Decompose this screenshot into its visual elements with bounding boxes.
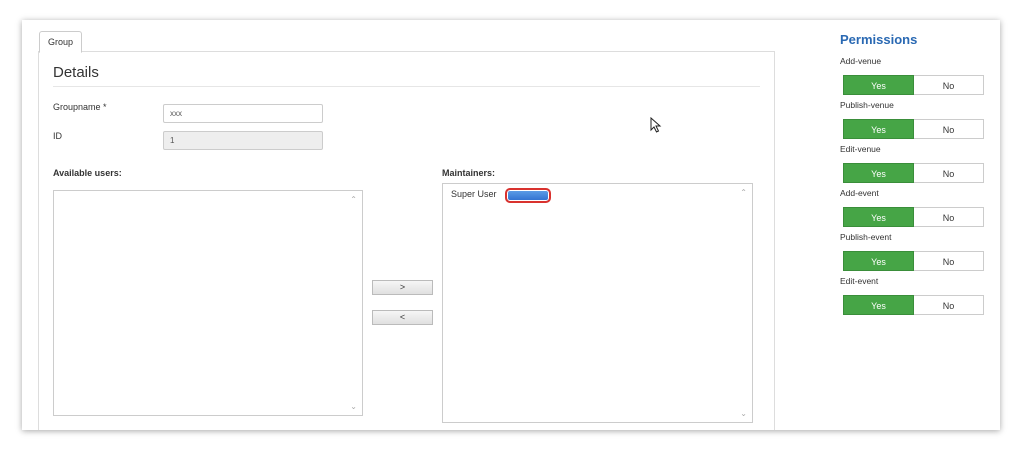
permission-label-publish-venue: Publish-venue xyxy=(840,100,894,110)
details-divider xyxy=(53,86,760,87)
mouse-pointer-icon xyxy=(650,117,662,133)
permission-label-add-venue: Add-venue xyxy=(840,56,882,66)
yes-button[interactable]: Yes xyxy=(843,295,914,315)
toggle-edit-event: Yes No xyxy=(843,295,984,315)
permission-label-edit-venue: Edit-venue xyxy=(840,144,881,154)
no-button[interactable]: No xyxy=(914,251,984,271)
list-item[interactable]: Super User xyxy=(451,189,497,199)
details-heading: Details xyxy=(53,64,99,81)
add-maintainer-button[interactable]: > xyxy=(372,280,433,295)
scroll-down-icon[interactable]: ⌄ xyxy=(740,409,747,418)
maintainers-list[interactable]: Super User ⌃ ⌄ xyxy=(442,183,753,423)
no-button[interactable]: No xyxy=(914,75,984,95)
permission-label-add-event: Add-event xyxy=(840,188,879,198)
permission-label-publish-event: Publish-event xyxy=(840,232,892,242)
id-field: 1 xyxy=(163,131,323,150)
yes-button[interactable]: Yes xyxy=(843,119,914,139)
tab-group[interactable]: Group xyxy=(39,31,83,53)
toggle-edit-venue: Yes No xyxy=(843,163,984,183)
no-button[interactable]: No xyxy=(914,163,984,183)
main-window: Group Details Groupname * xxx ID 1 Avail… xyxy=(22,20,1000,430)
remove-maintainer-button[interactable]: < xyxy=(372,310,433,325)
groupname-input[interactable]: xxx xyxy=(163,104,323,123)
scroll-up-icon[interactable]: ⌃ xyxy=(350,195,357,204)
available-users-list[interactable]: ⌃ ⌄ xyxy=(53,190,363,416)
toggle-add-event: Yes No xyxy=(843,207,984,227)
no-button[interactable]: No xyxy=(914,207,984,227)
toggle-publish-venue: Yes No xyxy=(843,119,984,139)
details-panel: Details Groupname * xxx ID 1 Available u… xyxy=(38,51,775,430)
available-users-label: Available users: xyxy=(53,168,122,178)
groupname-label: Groupname * xyxy=(53,102,107,112)
no-button[interactable]: No xyxy=(914,295,984,315)
permission-label-edit-event: Edit-event xyxy=(840,276,879,286)
id-label: ID xyxy=(53,131,62,141)
no-button[interactable]: No xyxy=(914,119,984,139)
maintainers-label: Maintainers: xyxy=(442,168,496,178)
yes-button[interactable]: Yes xyxy=(843,75,914,95)
permissions-heading: Permissions xyxy=(840,32,918,47)
selection-highlight[interactable] xyxy=(505,188,551,203)
yes-button[interactable]: Yes xyxy=(843,207,914,227)
scroll-down-icon[interactable]: ⌄ xyxy=(350,402,357,411)
toggle-add-venue: Yes No xyxy=(843,75,984,95)
yes-button[interactable]: Yes xyxy=(843,251,914,271)
toggle-publish-event: Yes No xyxy=(843,251,984,271)
scroll-up-icon[interactable]: ⌃ xyxy=(740,188,747,197)
yes-button[interactable]: Yes xyxy=(843,163,914,183)
